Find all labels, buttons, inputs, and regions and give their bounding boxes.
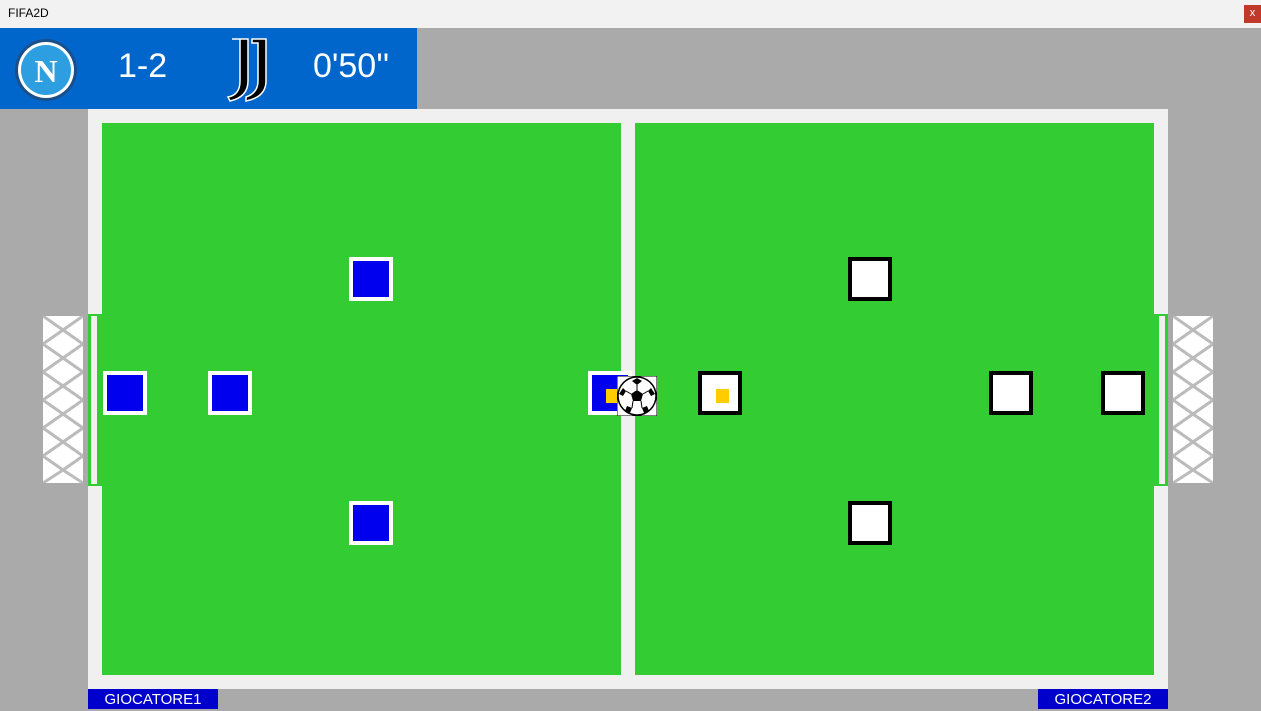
match-timer: 0'50'' xyxy=(313,47,390,85)
scoreboard: N 1-2 0'50'' xyxy=(0,28,417,109)
away-midfielder-bottom xyxy=(848,501,892,545)
away-forward-controlled xyxy=(698,371,742,415)
soccer-ball-icon xyxy=(617,376,657,416)
close-button[interactable]: x xyxy=(1244,5,1261,23)
controlled-player-marker xyxy=(716,389,729,403)
right-goal-net xyxy=(1173,316,1213,483)
home-defender xyxy=(208,371,252,415)
left-goal-line xyxy=(91,316,97,484)
left-goal-net xyxy=(43,316,83,483)
home-midfielder-bottom xyxy=(349,501,393,545)
player2-label: GIOCATORE2 xyxy=(1038,689,1168,709)
napoli-logo: N xyxy=(15,39,77,101)
juventus-logo xyxy=(226,38,267,102)
player1-label: GIOCATORE1 xyxy=(88,689,218,709)
right-goal-line xyxy=(1159,316,1165,484)
away-defender xyxy=(989,371,1033,415)
home-midfielder-top xyxy=(349,257,393,301)
home-goalkeeper xyxy=(103,371,147,415)
window-title: FIFA2D xyxy=(8,6,49,20)
match-score: 1-2 xyxy=(118,47,168,85)
pitch-left-half xyxy=(102,123,621,675)
napoli-logo-letter: N xyxy=(34,53,57,89)
away-goalkeeper xyxy=(1101,371,1145,415)
away-midfielder-top xyxy=(848,257,892,301)
title-bar: FIFA2D x xyxy=(0,0,1261,28)
